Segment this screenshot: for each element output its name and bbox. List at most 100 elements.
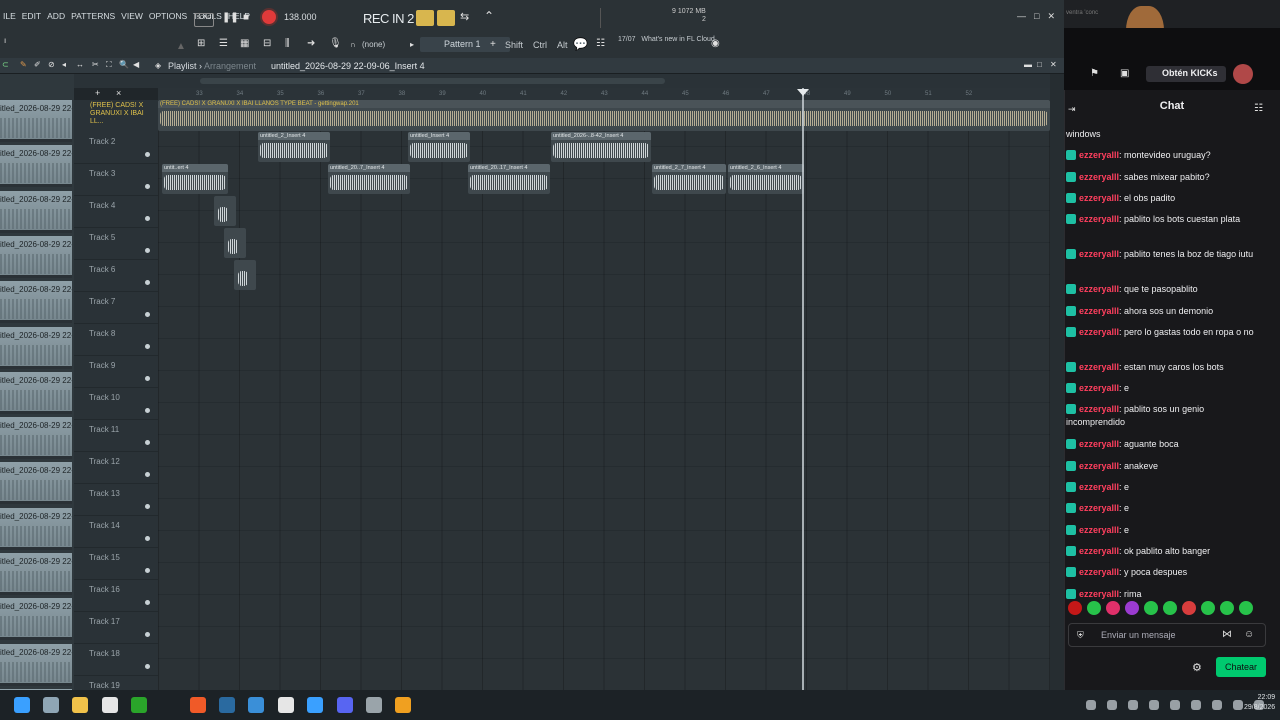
steam-icon[interactable]	[219, 697, 235, 713]
sub-badge-icon[interactable]	[1066, 284, 1076, 295]
chat-username[interactable]: ezzeryalll	[1079, 546, 1119, 556]
audio-clip-beat[interactable]: (FREE) CADS! X GRANUXI X IBAI LLANOS TYP…	[158, 100, 1050, 131]
track-header[interactable]: Track 17	[74, 612, 158, 644]
microphone-icon[interactable]: 🎙	[329, 38, 342, 49]
stop-icon[interactable]: ■	[243, 12, 249, 23]
sub-badge-icon[interactable]	[1066, 326, 1076, 337]
sub-badge-icon[interactable]	[1066, 588, 1076, 599]
emote-icon[interactable]	[1220, 601, 1234, 615]
typing-keyboard-icon[interactable]	[416, 10, 434, 26]
loop-record-icon[interactable]: ⌃	[484, 9, 494, 23]
browser-clip-item[interactable]: itled_2026-08-29 22-...	[0, 507, 72, 550]
tray-steam-icon[interactable]	[1170, 700, 1180, 710]
chat-username[interactable]: ezzeryalll	[1079, 193, 1119, 203]
emote-icon[interactable]	[1087, 601, 1101, 615]
add-track-icon[interactable]: +	[95, 88, 100, 98]
sub-badge-icon[interactable]	[1066, 214, 1076, 225]
track-header[interactable]: Track 4	[74, 196, 158, 228]
audio-clip[interactable]: untitled_2_6_Insert 4	[728, 164, 804, 194]
horizontal-scrollbar[interactable]	[200, 78, 665, 84]
track-header[interactable]: Track 9	[74, 356, 158, 388]
track-mute-led[interactable]	[145, 440, 150, 445]
browser-clip-item[interactable]: itled_2026-08-29 22-...	[0, 145, 72, 188]
mute-tool-icon[interactable]: ◂	[62, 60, 66, 69]
track-mute-led[interactable]	[145, 632, 150, 637]
emote-icon[interactable]	[1068, 601, 1082, 615]
tray-teams-icon[interactable]	[1149, 700, 1159, 710]
close-small-icon[interactable]: ×	[116, 88, 121, 98]
file-explorer-icon[interactable]	[72, 697, 88, 713]
piano-roll-icon[interactable]: ☰	[219, 38, 228, 49]
chat-input[interactable]: Enviar un mensaje	[1068, 623, 1266, 647]
track-mute-led[interactable]	[145, 568, 150, 573]
sub-badge-icon[interactable]	[1066, 383, 1076, 394]
chat-username[interactable]: ezzeryalll	[1079, 214, 1119, 224]
playlist-grid[interactable]: (FREE) CADS! X GRANUXI X IBAI LLANOS TYP…	[158, 100, 1050, 690]
zoom-tool-icon[interactable]: 🔍	[119, 60, 129, 69]
audio-clip[interactable]: untit..ert 4	[162, 164, 228, 194]
track-mute-led[interactable]	[145, 280, 150, 285]
track-header[interactable]: Track 15	[74, 548, 158, 580]
slip-tool-icon[interactable]: ↔	[76, 60, 84, 69]
emote-icon[interactable]	[1125, 601, 1139, 615]
audio-clip[interactable]: untitled_2_7_Insert 4	[652, 164, 726, 194]
sub-badge-icon[interactable]	[1066, 503, 1076, 514]
sub-badge-icon[interactable]	[1066, 150, 1076, 161]
brave-icon[interactable]	[190, 697, 206, 713]
news-panel[interactable]: 17/07 What's new in FL Cloud	[618, 35, 715, 44]
chat-username[interactable]: ezzeryalll	[1079, 150, 1119, 160]
user-avatar[interactable]	[1233, 64, 1253, 84]
list-icon[interactable]: ☷	[596, 38, 605, 49]
track-mute-led[interactable]	[145, 376, 150, 381]
track-header[interactable]: Track 12	[74, 452, 158, 484]
sub-badge-icon[interactable]	[1066, 305, 1076, 316]
tray-mic-icon[interactable]	[1191, 700, 1201, 710]
track-header[interactable]: Track 2	[74, 132, 158, 164]
record-button[interactable]	[262, 10, 276, 24]
menu-item[interactable]: ILE	[0, 11, 19, 21]
menu-item[interactable]: EDIT	[19, 11, 44, 21]
track-header[interactable]: Track 8	[74, 324, 158, 356]
tray-network-icon[interactable]	[1212, 700, 1222, 710]
browser-clip-item[interactable]: itled_2026-08-29 22-...	[0, 417, 72, 460]
playlist-minimize-icon[interactable]: ▬	[1024, 60, 1032, 69]
browser-clip-item[interactable]: itled_2026-08-29 22-...	[0, 190, 72, 233]
chat-username[interactable]: ezzeryalll	[1079, 306, 1119, 316]
tray-volume-icon[interactable]	[1233, 700, 1243, 710]
play-small-icon[interactable]: ▸	[410, 40, 414, 49]
chat-username[interactable]: ezzeryalll	[1079, 503, 1119, 513]
browser-clip-item[interactable]: itled_2026-08-29 22-...	[0, 100, 72, 142]
settings-gear-icon[interactable]: ⚙	[1192, 661, 1202, 674]
sub-badge-icon[interactable]	[1066, 192, 1076, 203]
mixer-icon[interactable]: ⊟	[263, 38, 271, 49]
track-mute-led[interactable]	[145, 152, 150, 157]
discord-icon[interactable]	[337, 697, 353, 713]
chat-username[interactable]: ezzeryalll	[1079, 327, 1119, 337]
chat-username[interactable]: ezzeryalll	[1079, 482, 1119, 492]
vertical-scrollbar[interactable]	[1050, 74, 1064, 690]
playhead-marker-icon[interactable]	[797, 89, 809, 96]
fl-studio-icon[interactable]	[395, 697, 411, 713]
sub-badge-icon[interactable]	[1066, 171, 1076, 182]
track-mute-led[interactable]	[145, 312, 150, 317]
modifier-key[interactable]: Ctrl	[533, 40, 547, 50]
playlist-close-icon[interactable]: ✕	[1050, 60, 1057, 69]
metronome-icon[interactable]	[437, 10, 455, 26]
sub-badge-icon[interactable]	[1066, 524, 1076, 535]
pause-icon[interactable]: ❚❚	[222, 12, 239, 23]
track-mute-led[interactable]	[145, 536, 150, 541]
chat-bubble-icon[interactable]: 💬	[573, 37, 588, 51]
paint-tool-icon[interactable]: ✐	[34, 60, 41, 69]
audio-clip[interactable]: untitled_20..7_Insert 4	[328, 164, 410, 194]
chat-username[interactable]: ezzeryalll	[1079, 249, 1119, 259]
track-header[interactable]: Track 13	[74, 484, 158, 516]
plugin-icon[interactable]: ⫼	[285, 38, 290, 49]
chat-username[interactable]: ezzeryalll	[1079, 383, 1119, 393]
globe-icon[interactable]: ◉	[711, 38, 720, 49]
sub-badge-icon[interactable]	[1066, 249, 1076, 260]
vscode-icon[interactable]	[248, 697, 264, 713]
modifier-key[interactable]: Shift	[505, 40, 523, 50]
obs-icon[interactable]	[366, 697, 382, 713]
kicks-button[interactable]: Obtén KICKs	[1146, 66, 1226, 82]
link-icon[interactable]: ∩	[350, 40, 356, 49]
